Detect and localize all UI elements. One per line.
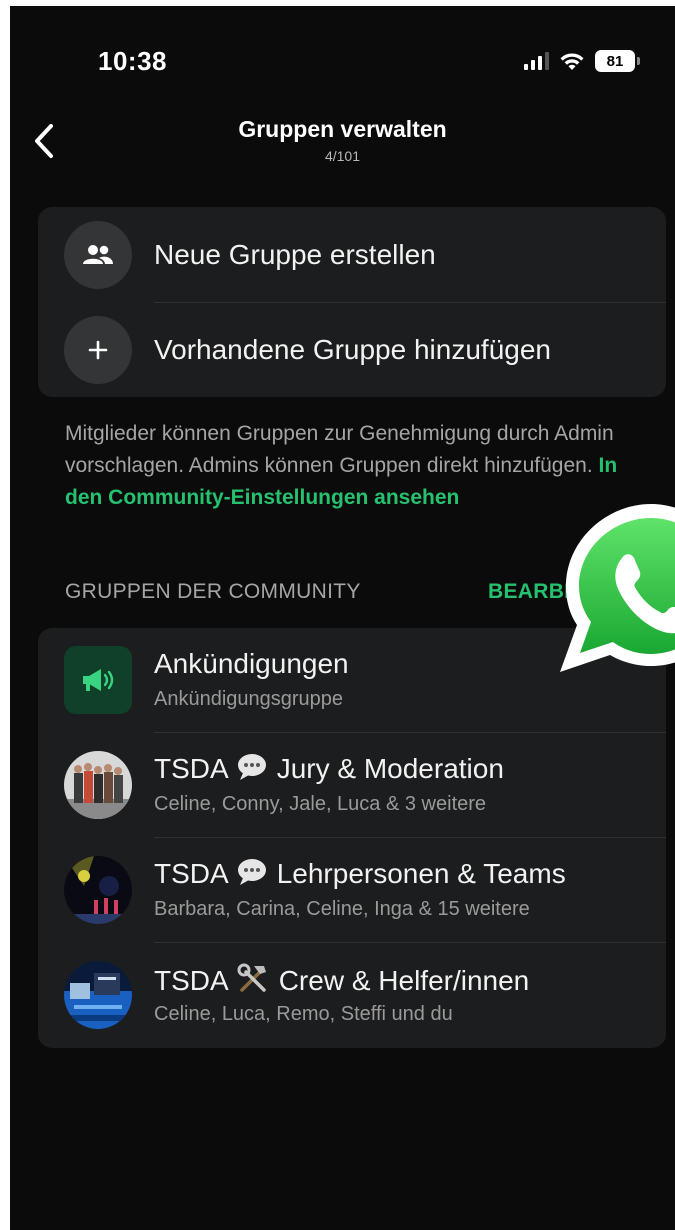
- group-row-teachers[interactable]: TSDA Lehrpersonen & Teams Barbara, Carin…: [38, 838, 666, 943]
- group-name-suffix: Jury & Moderation: [276, 753, 504, 784]
- add-existing-group-label: Vorhandene Gruppe hinzufügen: [154, 333, 551, 365]
- speech-bubble-icon: [237, 859, 266, 885]
- add-existing-group-button[interactable]: Vorhandene Gruppe hinzufügen: [38, 302, 666, 397]
- status-time: 10:38: [98, 46, 167, 76]
- group-avatar: [64, 751, 132, 819]
- hammer-wrench-icon: [237, 963, 266, 992]
- group-name: TSDA Jury & Moderation: [154, 753, 504, 785]
- actions-card: Neue Gruppe erstellen Vorhandene Gruppe …: [38, 207, 666, 397]
- signal-icon: [524, 52, 549, 70]
- groups-card: Ankündigungen Ankündigungsgruppe TSDA Ju…: [38, 628, 666, 1048]
- battery-indicator: 81: [595, 50, 640, 72]
- group-name-prefix: TSDA: [154, 858, 228, 889]
- group-name-suffix: Lehrpersonen & Teams: [276, 858, 566, 889]
- group-name: TSDA Crew & Helfer/innen: [154, 963, 529, 997]
- group-name-suffix: Crew & Helfer/innen: [278, 965, 530, 996]
- wifi-icon: [560, 53, 584, 70]
- group-subtitle: Celine, Conny, Jale, Luca & 3 weitere: [154, 793, 487, 815]
- group-subtitle: Barbara, Carina, Celine, Inga & 15 weite…: [154, 898, 530, 920]
- group-row-crew[interactable]: TSDA Crew & Helfer/innen Celine, Luca, R…: [38, 943, 666, 1048]
- screen: 10:38 81 Gruppen verwalten 4/101 Neue Gr…: [10, 6, 675, 1230]
- group-subtitle: Celine, Luca, Remo, Steffi und du: [154, 1003, 453, 1025]
- plus-icon: [64, 315, 132, 384]
- new-group-label: Neue Gruppe erstellen: [154, 238, 436, 270]
- section-heading: GRUPPEN DER COMMUNITY: [65, 580, 361, 603]
- new-group-button[interactable]: Neue Gruppe erstellen: [38, 207, 666, 302]
- group-row-jury[interactable]: TSDA Jury & Moderation Celine, Conny, Ja…: [38, 733, 666, 838]
- status-icons: 81: [524, 50, 640, 72]
- speech-bubble-icon: [237, 754, 266, 780]
- group-name-prefix: TSDA: [154, 965, 228, 996]
- group-name: TSDA Lehrpersonen & Teams: [154, 858, 566, 890]
- whatsapp-logo-icon: [560, 504, 675, 672]
- page-title: Gruppen verwalten: [238, 116, 447, 142]
- info-body: Mitglieder können Gruppen zur Genehmigun…: [65, 422, 614, 477]
- group-name: Ankündigungen: [154, 648, 349, 679]
- group-subtitle: Ankündigungsgruppe: [154, 688, 344, 710]
- group-name-prefix: TSDA: [154, 753, 228, 784]
- group-avatar: [64, 856, 132, 924]
- group-icon: [64, 220, 132, 289]
- megaphone-icon: [64, 646, 132, 714]
- group-avatar: [64, 961, 132, 1029]
- page-subtitle: 4/101: [324, 148, 361, 164]
